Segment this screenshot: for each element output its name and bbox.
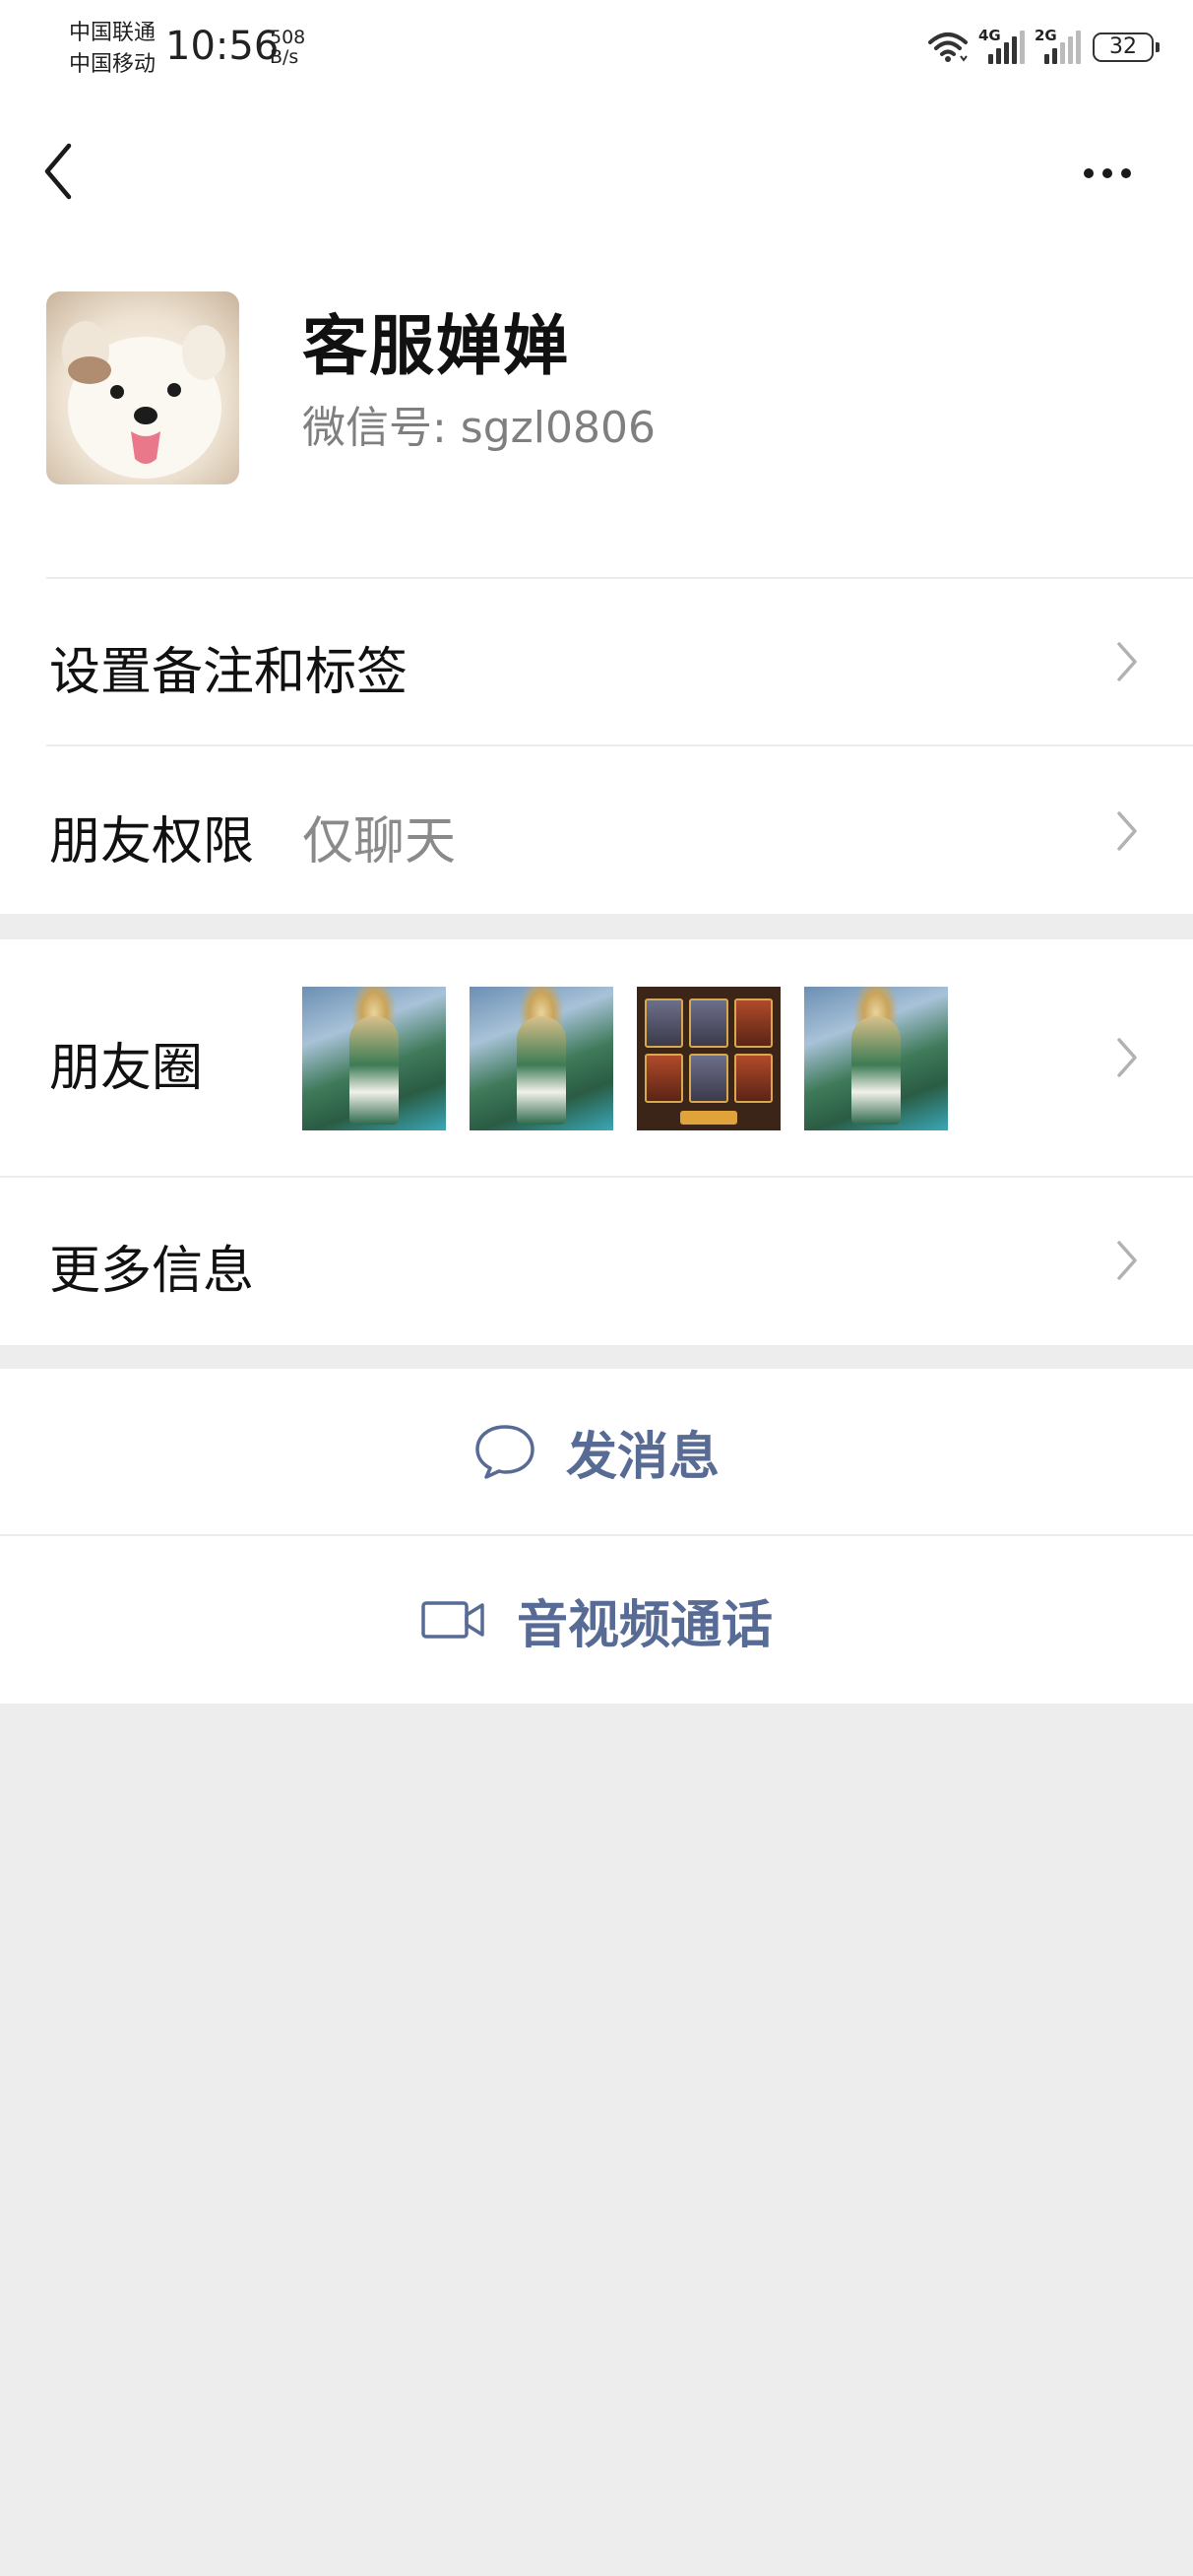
moments-photo xyxy=(470,987,613,1130)
moments-thumbnails xyxy=(302,987,948,1130)
carrier-1: 中国联通 xyxy=(69,21,157,45)
chevron-right-icon xyxy=(1117,1241,1137,1280)
network-speed: 508 B/s xyxy=(270,28,305,67)
signal-2g-icon: 2G xyxy=(1035,27,1081,64)
video-call-label: 音视频通话 xyxy=(516,1595,773,1655)
network-1-label: 4G xyxy=(978,27,1001,44)
remark-tags-row[interactable]: 设置备注和标签 xyxy=(0,579,1193,744)
clock: 10:56 xyxy=(165,24,280,69)
wechat-id: 微信号: sgzl0806 xyxy=(302,403,656,453)
avatar[interactable] xyxy=(46,291,239,484)
friend-permission-row[interactable]: 朋友权限 仅聊天 xyxy=(0,746,1193,914)
carrier-labels: 中国联通 中国移动 xyxy=(69,18,156,81)
back-arrow-icon[interactable] xyxy=(37,138,81,205)
network-2-label: 2G xyxy=(1035,27,1057,44)
wifi-icon xyxy=(928,32,968,62)
contact-profile-page: 中国联通 中国移动 10:56 508 B/s 4G 2G 32 客服婵婵 微信… xyxy=(0,0,1193,2576)
moments-photo xyxy=(637,987,781,1130)
chevron-right-icon xyxy=(1117,811,1137,851)
send-message-button[interactable]: 发消息 xyxy=(0,1369,1193,1534)
contact-name: 客服婵婵 xyxy=(302,308,570,384)
speed-value: 508 xyxy=(270,27,306,48)
carrier-2: 中国移动 xyxy=(69,52,157,77)
send-message-label: 发消息 xyxy=(565,1427,720,1487)
speed-unit: B/s xyxy=(270,46,299,68)
section-gap xyxy=(0,914,1193,939)
battery-icon: 32 xyxy=(1093,32,1160,62)
friend-permission-value: 仅聊天 xyxy=(302,812,457,871)
more-dots-icon[interactable] xyxy=(1073,156,1142,191)
chevron-right-icon xyxy=(1117,1038,1137,1077)
status-bar: 中国联通 中国移动 10:56 508 B/s 4G 2G 32 xyxy=(0,0,1193,91)
signal-4g-icon: 4G xyxy=(978,27,1025,64)
status-icons: 4G 2G 32 xyxy=(927,26,1160,69)
more-info-label: 更多信息 xyxy=(49,1242,255,1301)
more-info-row[interactable]: 更多信息 xyxy=(0,1178,1193,1345)
video-camera-icon xyxy=(421,1601,484,1639)
dog-avatar-image xyxy=(62,321,225,479)
moments-label: 朋友圈 xyxy=(49,1039,204,1098)
chevron-right-icon xyxy=(1117,642,1137,681)
section-gap xyxy=(0,1345,1193,1369)
video-call-button[interactable]: 音视频通话 xyxy=(0,1536,1193,1704)
chat-bubble-icon xyxy=(475,1425,534,1479)
friend-permission-label: 朋友权限 xyxy=(49,812,255,871)
moments-photo xyxy=(302,987,446,1130)
remark-tags-label: 设置备注和标签 xyxy=(49,643,408,702)
moments-photo xyxy=(804,987,948,1130)
